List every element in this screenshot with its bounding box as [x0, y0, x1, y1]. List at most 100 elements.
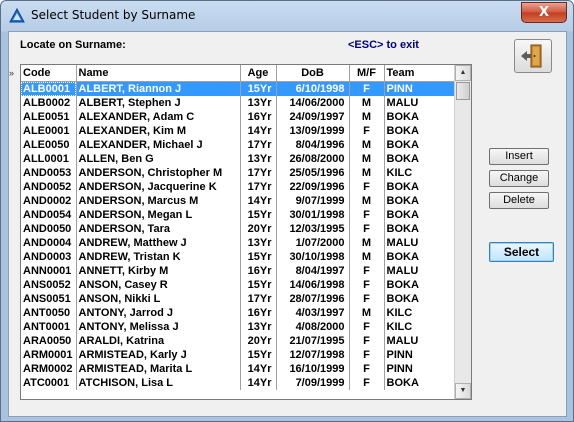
cell-age: 15Yr [240, 250, 277, 264]
cell-gender: M [349, 138, 385, 152]
cell-age: 16Yr [240, 110, 277, 124]
vertical-scrollbar[interactable]: ▲ ▼ [454, 65, 471, 399]
cell-age: 13Yr [240, 320, 277, 334]
column-header-team[interactable]: Team [384, 65, 455, 82]
cell-name: ANDERSON, Christopher M [76, 166, 241, 180]
table-row[interactable]: ALB0002 ALBERT, Stephen J 13Yr 14/06/2000 M M… [21, 96, 455, 110]
column-header-name[interactable]: Name [76, 65, 241, 82]
cell-name: ANSON, Casey R [76, 278, 241, 292]
scroll-thumb[interactable] [456, 82, 470, 100]
cell-dob: 16/10/1999 [276, 362, 350, 376]
cell-team: BOKA [384, 292, 455, 306]
cell-age: 13Yr [240, 236, 277, 250]
cell-code: ANS0051 [21, 292, 77, 306]
cell-team: MALU [384, 264, 455, 278]
change-button[interactable]: Change [489, 170, 549, 187]
table-row[interactable]: ANS0051 ANSON, Nikki L 17Yr 28/07/1996 F BOKA [21, 292, 455, 306]
table-row[interactable]: AND0052 ANDERSON, Jacquerine K 17Yr 22/09/1… [21, 180, 455, 194]
grid-header: Code Name Age DoB M/F Team [21, 65, 455, 82]
table-row[interactable]: ALE0050 ALEXANDER, Michael J 17Yr 8/04/1996… [21, 138, 455, 152]
cell-code: ANT0050 [21, 306, 77, 320]
cell-gender: F [349, 376, 385, 390]
exit-door-icon [521, 44, 542, 68]
dialog-window: Select Student by Surname X Locate on Su… [0, 0, 574, 422]
esc-hint: <ESC> to exit [348, 39, 419, 51]
cell-dob: 14/06/1998 [276, 278, 350, 292]
table-row[interactable]: ARA0050 ARALDI, Katrina 20Yr 21/07/1995 F MAL… [21, 334, 455, 348]
student-grid[interactable]: Code Name Age DoB M/F Team ALB0001 ALBERT… [20, 64, 472, 400]
table-row[interactable]: AND0050 ANDERSON, Tara 20Yr 12/03/1995 F BOKA [21, 222, 455, 236]
cell-team: BOKA [384, 138, 455, 152]
cell-team: KILC [384, 306, 455, 320]
cell-gender: M [349, 194, 385, 208]
exit-button[interactable] [514, 39, 552, 73]
table-row[interactable]: AND0053 ANDERSON, Christopher M 17Yr 25/05/… [21, 166, 455, 180]
cell-gender: F [349, 362, 385, 376]
table-row[interactable]: ANS0052 ANSON, Casey R 15Yr 14/06/1998 F BOKA [21, 278, 455, 292]
table-row[interactable]: ALB0001 ALBERT, Riannon J 15Yr 6/10/1998 F PI… [21, 81, 455, 96]
table-row[interactable]: ALE0001 ALEXANDER, Kim M 14Yr 13/09/1999 F BO… [21, 124, 455, 138]
title-bar[interactable]: Select Student by Surname X [1, 1, 573, 31]
cell-name: ARMISTEAD, Marita L [76, 362, 241, 376]
cell-code: ATC0001 [21, 376, 77, 390]
cell-age: 16Yr [240, 306, 277, 320]
select-button[interactable]: Select [489, 242, 554, 262]
cell-dob: 6/10/1998 [276, 81, 350, 96]
cell-team: BOKA [384, 222, 455, 236]
cell-age: 17Yr [240, 180, 277, 194]
cell-code: ALE0051 [21, 110, 77, 124]
cell-code: ALB0001 [21, 81, 77, 96]
cell-gender: M [349, 306, 385, 320]
close-button[interactable]: X [521, 2, 567, 23]
table-row[interactable]: ALL0001 ALLEN, Ben G 13Yr 26/08/2000 M BOKA [21, 152, 455, 166]
table-row[interactable]: AND0003 ANDREW, Tristan K 15Yr 30/10/1998 M B… [21, 250, 455, 264]
cell-gender: F [349, 278, 385, 292]
cell-age: 14Yr [240, 362, 277, 376]
cell-dob: 8/04/1997 [276, 264, 350, 278]
cell-name: ANTONY, Melissa J [76, 320, 241, 334]
insert-button[interactable]: Insert [489, 148, 549, 165]
table-row[interactable]: AND0004 ANDREW, Matthew J 13Yr 1/07/2000 M MA… [21, 236, 455, 250]
column-header-gender[interactable]: M/F [349, 65, 385, 82]
table-row[interactable]: ANT0050 ANTONY, Jarrod J 16Yr 4/03/1997 M KIL… [21, 306, 455, 320]
cell-code: AND0050 [21, 222, 77, 236]
table-row[interactable]: AND0054 ANDERSON, Megan L 15Yr 30/01/1998 F B… [21, 208, 455, 222]
cell-name: ATCHISON, Lisa L [76, 376, 241, 390]
window-title: Select Student by Surname [31, 8, 196, 22]
table-row[interactable]: AND0002 ANDERSON, Marcus M 14Yr 9/07/1999 M B… [21, 194, 455, 208]
cell-team: BOKA [384, 194, 455, 208]
cell-code: AND0054 [21, 208, 77, 222]
cell-dob: 12/07/1998 [276, 348, 350, 362]
column-header-dob[interactable]: DoB [276, 65, 350, 82]
cell-name: ANDERSON, Tara [76, 222, 241, 236]
cell-age: 20Yr [240, 334, 277, 348]
cell-gender: F [349, 222, 385, 236]
table-row[interactable]: ARM0001 ARMISTEAD, Karly J 15Yr 12/07/1998 F… [21, 348, 455, 362]
cell-team: KILC [384, 320, 455, 334]
column-header-code[interactable]: Code [21, 65, 77, 82]
cell-dob: 14/06/2000 [276, 96, 350, 110]
cell-code: ARA0050 [21, 334, 77, 348]
cell-dob: 21/07/1995 [276, 334, 350, 348]
cell-gender: M [349, 236, 385, 250]
cell-dob: 9/07/1999 [276, 194, 350, 208]
cell-team: BOKA [384, 180, 455, 194]
table-row[interactable]: ATC0001 ATCHISON, Lisa L 14Yr 7/09/1999 F BOK… [21, 376, 455, 390]
scroll-up-icon[interactable]: ▲ [455, 65, 471, 81]
column-header-age[interactable]: Age [240, 65, 277, 82]
cell-age: 14Yr [240, 376, 277, 390]
cell-team: BOKA [384, 376, 455, 390]
cell-code: AND0003 [21, 250, 77, 264]
cell-age: 13Yr [240, 96, 277, 110]
cell-name: ANNETT, Kirby M [76, 264, 241, 278]
table-row[interactable]: ANT0001 ANTONY, Melissa J 13Yr 4/08/2000 F KI… [21, 320, 455, 334]
table-row[interactable]: ARM0002 ARMISTEAD, Marita L 14Yr 16/10/1999… [21, 362, 455, 376]
scroll-down-icon[interactable]: ▼ [455, 383, 471, 399]
cell-code: AND0053 [21, 166, 77, 180]
cell-age: 15Yr [240, 81, 277, 96]
cell-gender: M [349, 110, 385, 124]
cell-name: ALEXANDER, Adam C [76, 110, 241, 124]
table-row[interactable]: ALE0051 ALEXANDER, Adam C 16Yr 24/09/1997 M B… [21, 110, 455, 124]
table-row[interactable]: ANN0001 ANNETT, Kirby M 16Yr 8/04/1997 F MALU [21, 264, 455, 278]
delete-button[interactable]: Delete [489, 192, 549, 209]
